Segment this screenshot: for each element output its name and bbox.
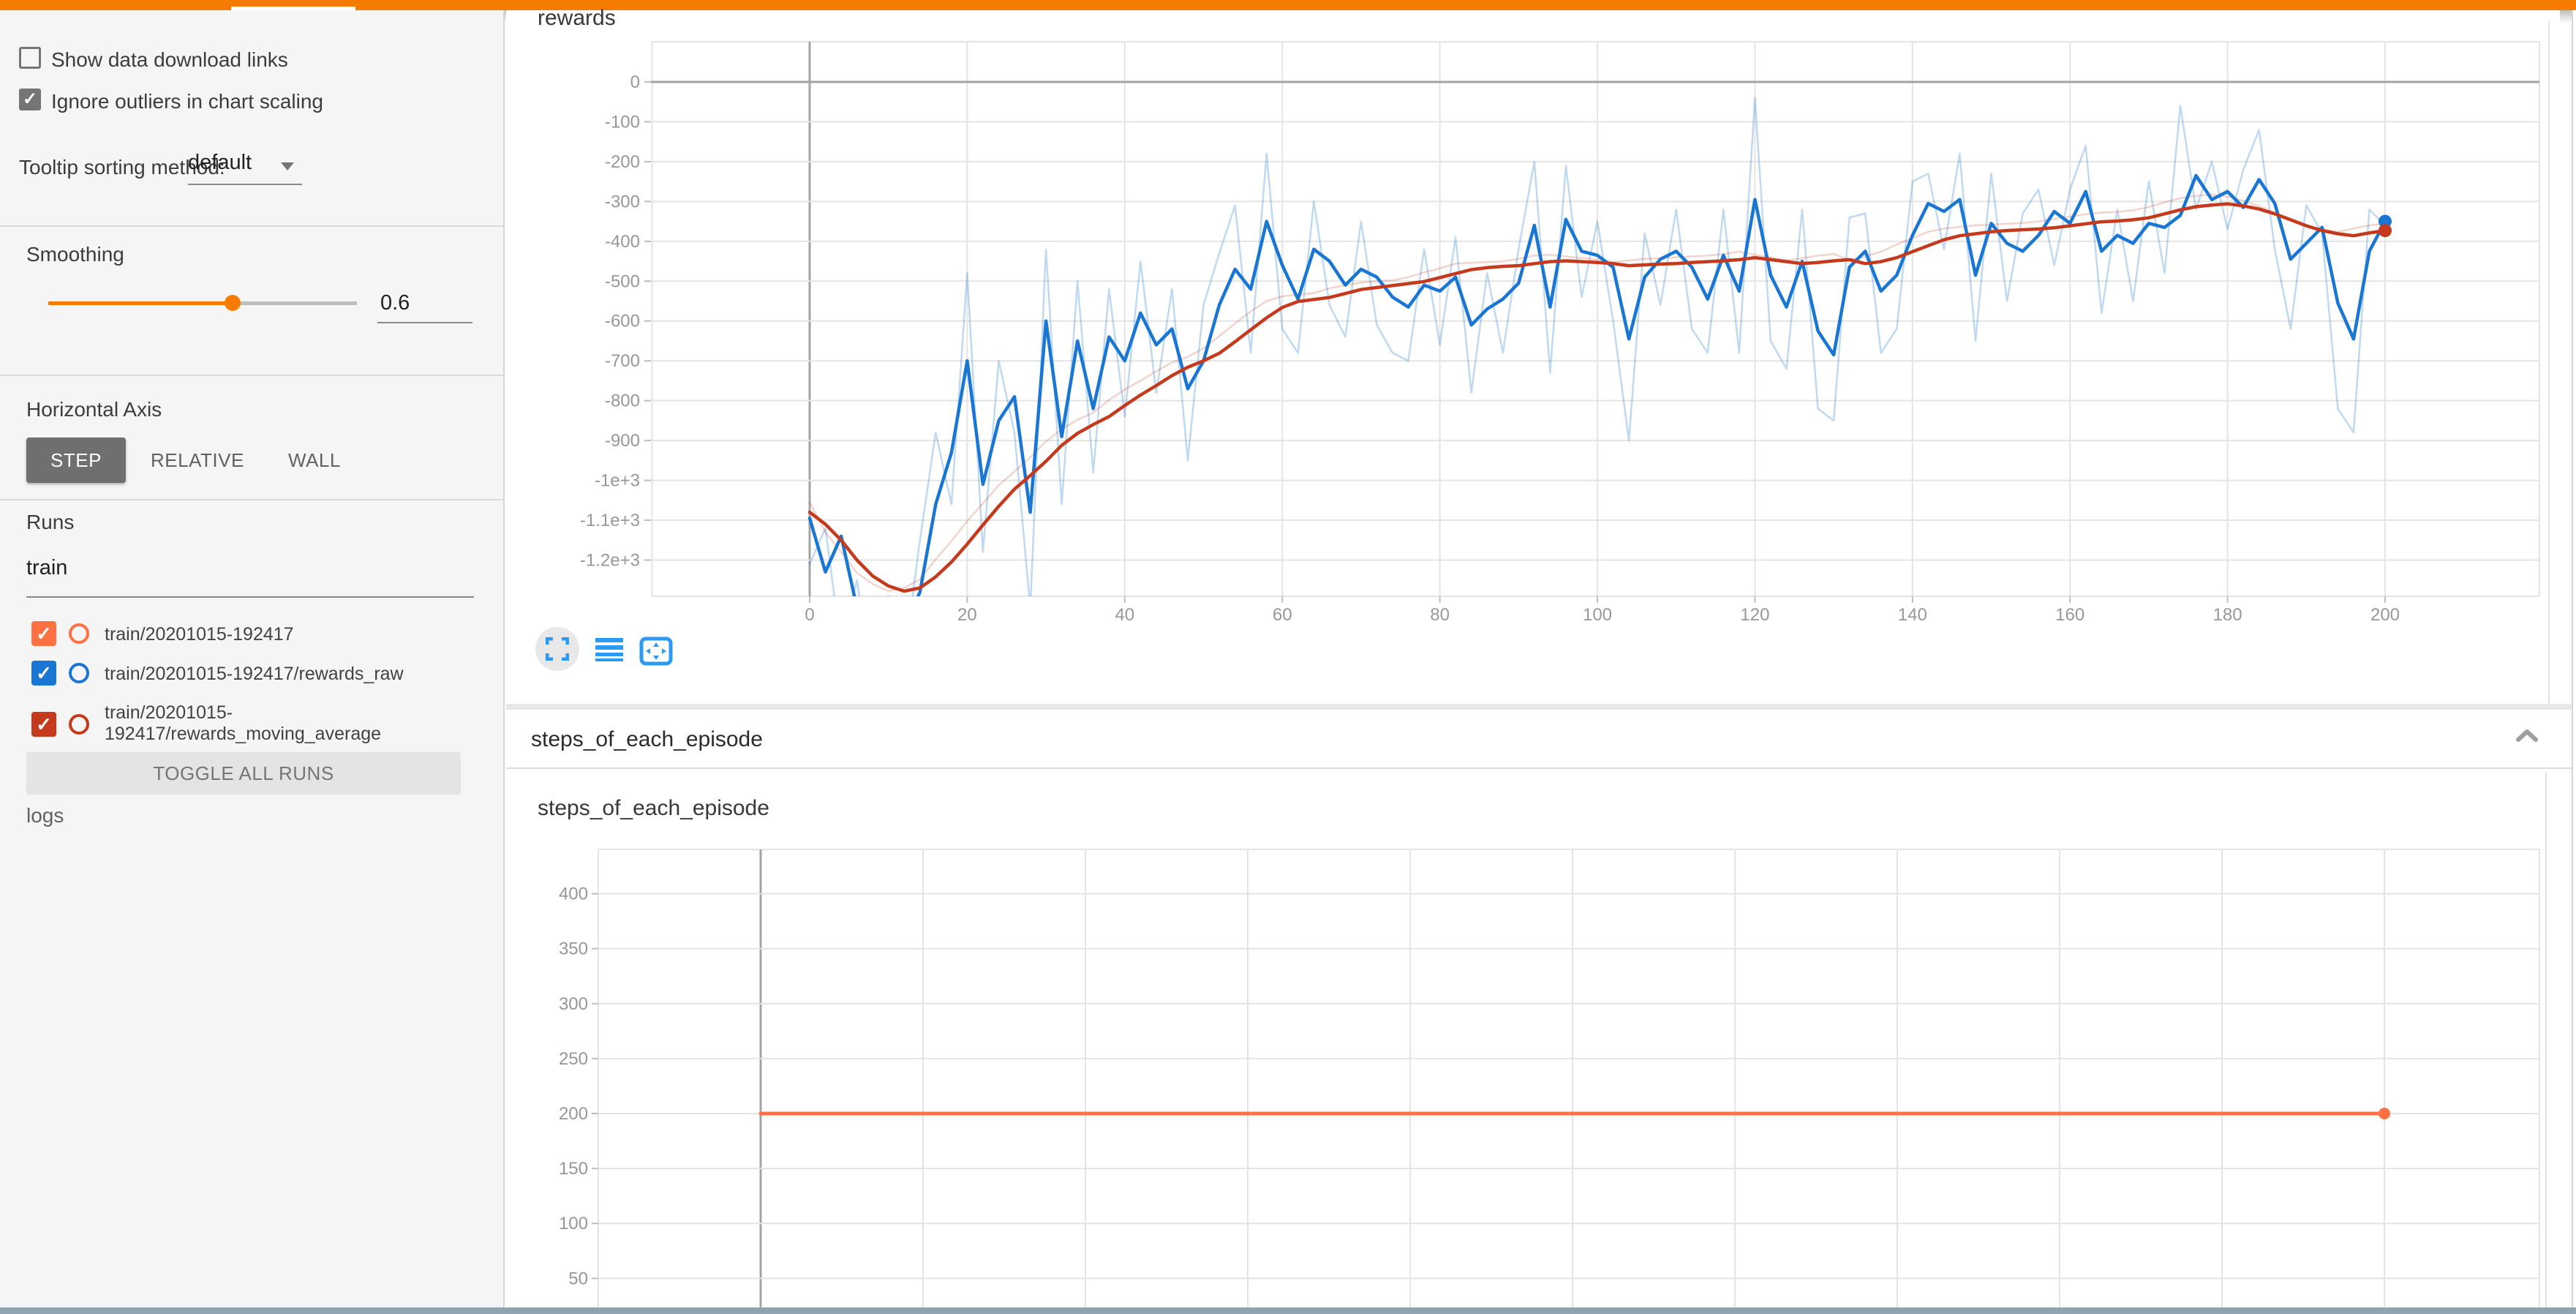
x-tick-label: 80: [1430, 605, 1450, 625]
y-tick-label: 100: [559, 1214, 588, 1234]
run-checkbox[interactable]: ✓: [31, 712, 56, 737]
axis-relative-button[interactable]: RELATIVE: [151, 449, 244, 472]
steps-chart[interactable]: 400 350 300 250 200 150 100 50: [506, 776, 2553, 1307]
smoothing-label: Smoothing: [26, 243, 124, 266]
ignore-outliers-checkbox[interactable]: ✓: [19, 89, 41, 110]
y-tick-label: 0: [630, 72, 640, 92]
smoothing-input-underline: [377, 322, 472, 323]
x-tick-label: 140: [1898, 605, 1927, 625]
runs-selector-icon[interactable]: [595, 638, 623, 663]
collapse-chevron-icon[interactable]: [2516, 729, 2538, 742]
horizontal-axis-label: Horizontal Axis: [26, 398, 162, 421]
y-tick-label: 50: [568, 1269, 588, 1288]
runs-filter-input[interactable]: train: [26, 556, 67, 580]
run-label[interactable]: train/20201015-192417/rewards_moving_ave…: [105, 702, 474, 745]
y-tick-label: -1.1e+3: [580, 511, 640, 530]
y-tick-label: 300: [559, 994, 588, 1014]
y-tick-label: -1.2e+3: [580, 550, 640, 570]
runs-filter-underline: [26, 596, 474, 598]
check-icon: ✓: [36, 624, 52, 643]
bottom-edge-band: [0, 1307, 2576, 1314]
y-tick-label: -300: [605, 192, 640, 211]
y-tick-label: 150: [559, 1159, 588, 1179]
slider-track-empty[interactable]: [233, 301, 357, 305]
toggle-all-runs-button[interactable]: TOGGLE ALL RUNS: [26, 752, 461, 795]
y-tick-label: 200: [559, 1104, 588, 1124]
rewards-chart[interactable]: 0 20 40 60 80 100 120 140 160 180 200 0 -100 -200 -300…: [506, 0, 2553, 710]
y-tick-label: -900: [605, 431, 640, 451]
dropdown-underline: [188, 184, 302, 185]
run-label[interactable]: train/20201015-192417/rewards_raw: [105, 664, 404, 685]
y-tick-label: 250: [559, 1049, 588, 1069]
show-data-download-links-label: Show data download links: [51, 48, 288, 72]
logs-link[interactable]: logs: [26, 804, 64, 827]
x-tick-label: 60: [1273, 605, 1292, 625]
divider: [0, 225, 505, 227]
smoothing-value-input[interactable]: 0.6: [380, 291, 471, 315]
series-end-dot: [2379, 224, 2392, 237]
y-tick-label: -800: [605, 391, 640, 411]
show-data-download-links-checkbox[interactable]: [19, 47, 41, 69]
y-tick-label: -200: [605, 152, 640, 172]
check-icon: ✓: [23, 91, 37, 108]
x-tick-label: 200: [2370, 605, 2400, 625]
expand-icon[interactable]: [546, 637, 569, 661]
y-tick-label: -700: [605, 351, 640, 371]
x-tick-label: 40: [1115, 605, 1134, 625]
settings-sidebar: Show data download links ✓ Ignore outlie…: [0, 10, 505, 1307]
run-checkbox[interactable]: ✓: [31, 661, 56, 686]
run-label[interactable]: train/20201015-192417: [105, 624, 294, 645]
scrollbar-track[interactable]: [2572, 10, 2576, 1307]
y-tick-label: -600: [605, 312, 640, 331]
run-checkbox[interactable]: ✓: [31, 621, 56, 646]
slider-track-filled[interactable]: [48, 301, 233, 305]
check-icon: ✓: [36, 715, 52, 734]
y-tick-label: -400: [605, 232, 640, 252]
divider: [0, 375, 505, 376]
runs-label: Runs: [26, 511, 74, 534]
series-end-dot: [2379, 1108, 2390, 1119]
run-color-circle[interactable]: [69, 663, 89, 683]
tensorboard-app: Show data download links ✓ Ignore outlie…: [0, 0, 2576, 1314]
x-tick-label: 20: [957, 605, 977, 625]
y-tick-label: -500: [605, 271, 640, 291]
smoothing-slider-thumb[interactable]: [225, 295, 241, 311]
y-tick-label: -1e+3: [595, 471, 640, 491]
divider: [0, 499, 505, 500]
section-title: steps_of_each_episode: [531, 727, 763, 752]
x-tick-label: 180: [2213, 605, 2242, 625]
run-color-circle[interactable]: [69, 714, 89, 735]
ignore-outliers-label: Ignore outliers in chart scaling: [51, 90, 323, 113]
y-tick-label: -100: [605, 112, 640, 132]
fit-domain-icon[interactable]: [639, 637, 673, 666]
tooltip-sorting-dropdown[interactable]: default: [188, 151, 252, 175]
x-tick-label: 120: [1740, 605, 1769, 625]
y-tick-label: 350: [559, 939, 588, 959]
axis-step-button[interactable]: STEP: [26, 438, 126, 483]
chevron-down-icon[interactable]: [281, 162, 294, 170]
y-tick-label: 400: [559, 885, 588, 904]
check-icon: ✓: [36, 664, 52, 683]
axis-wall-button[interactable]: WALL: [288, 449, 341, 472]
run-color-circle[interactable]: [69, 623, 89, 644]
x-tick-label: 160: [2055, 605, 2084, 625]
x-tick-label: 0: [805, 605, 814, 625]
x-tick-label: 100: [1583, 605, 1612, 625]
section-header[interactable]: steps_of_each_episode: [506, 708, 2572, 769]
